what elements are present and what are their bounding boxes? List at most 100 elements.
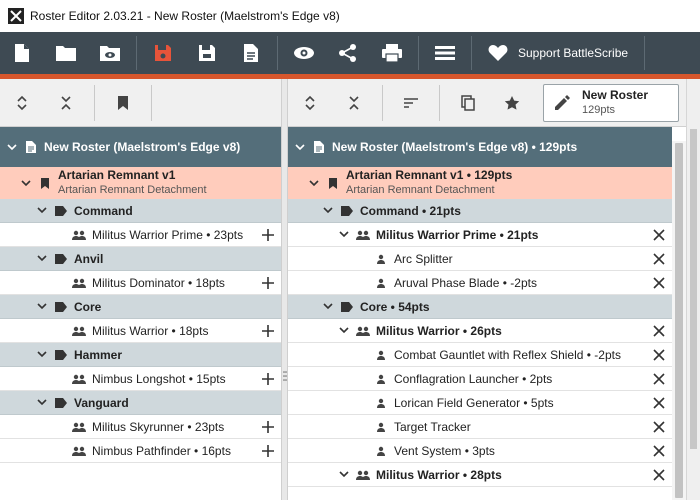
- copy-button[interactable]: [446, 81, 490, 125]
- list-menu-icon: [435, 46, 455, 60]
- upgrade-row[interactable]: Arc Splitter: [288, 247, 672, 271]
- chevron-down-icon[interactable]: [34, 395, 50, 411]
- chevron-down-icon[interactable]: [336, 227, 352, 243]
- print-button[interactable]: [370, 32, 414, 74]
- chevron-down-icon[interactable]: [34, 299, 50, 315]
- chevron-down-icon[interactable]: [336, 467, 352, 483]
- right-pane: New Roster 129pts New Roster (Maelstrom'…: [288, 79, 686, 500]
- category-row[interactable]: Vanguard: [0, 391, 281, 415]
- expand-all-button[interactable]: [288, 81, 332, 125]
- unit-entry-row[interactable]: Militus Warrior Prime • 23pts: [0, 223, 281, 247]
- collapse-all-button[interactable]: [44, 81, 88, 125]
- force-row[interactable]: Artarian Remnant v1 • 129pts Artarian Re…: [288, 167, 672, 199]
- outer-scrollbar[interactable]: [686, 79, 700, 500]
- scrollbar-thumb[interactable]: [690, 129, 697, 449]
- right-tree-scrollbar[interactable]: [672, 141, 686, 500]
- remove-icon[interactable]: [652, 276, 666, 290]
- add-icon[interactable]: [261, 444, 275, 458]
- selected-unit-row[interactable]: Militus Warrior • 26pts: [288, 319, 672, 343]
- save-icon: [155, 45, 171, 61]
- toolbar-separator: [471, 36, 472, 70]
- bookmark-button[interactable]: [101, 81, 145, 125]
- add-icon[interactable]: [261, 372, 275, 386]
- roster-name-button[interactable]: New Roster 129pts: [543, 84, 679, 122]
- person-icon: [374, 252, 388, 266]
- window-title: Roster Editor 2.03.21 - New Roster (Mael…: [30, 9, 340, 23]
- tag-icon: [54, 348, 68, 362]
- upgrade-row[interactable]: Lorican Field Generator • 5pts: [288, 391, 672, 415]
- remove-icon[interactable]: [652, 228, 666, 242]
- add-icon[interactable]: [261, 276, 275, 290]
- unit-entry-row[interactable]: Nimbus Pathfinder • 16pts: [0, 439, 281, 463]
- upgrade-row[interactable]: Vent System • 3pts: [288, 439, 672, 463]
- grip-icon: [283, 371, 287, 381]
- remove-icon[interactable]: [652, 372, 666, 386]
- view-button[interactable]: [282, 32, 326, 74]
- remove-icon[interactable]: [652, 252, 666, 266]
- copy-icon: [461, 94, 475, 111]
- upgrade-row[interactable]: Aruval Phase Blade • -2pts: [288, 271, 672, 295]
- open-preview-button[interactable]: [88, 32, 132, 74]
- remove-icon[interactable]: [652, 444, 666, 458]
- chevron-down-icon[interactable]: [320, 203, 336, 219]
- group-icon: [356, 468, 370, 482]
- add-icon[interactable]: [261, 228, 275, 242]
- tag-icon: [54, 396, 68, 410]
- tag-icon: [340, 300, 354, 314]
- menu-button[interactable]: [423, 32, 467, 74]
- add-icon[interactable]: [261, 324, 275, 338]
- save-button[interactable]: [141, 32, 185, 74]
- sort-button[interactable]: [389, 81, 433, 125]
- chevron-down-icon[interactable]: [306, 175, 322, 191]
- unit-entry-row[interactable]: Militus Dominator • 18pts: [0, 271, 281, 295]
- category-row[interactable]: Core • 54pts: [288, 295, 672, 319]
- unit-entry-row[interactable]: Nimbus Longshot • 15pts: [0, 367, 281, 391]
- save-as-button[interactable]: [185, 32, 229, 74]
- chevron-down-icon[interactable]: [336, 323, 352, 339]
- add-icon[interactable]: [261, 420, 275, 434]
- unit-entry-label: Nimbus Longshot • 15pts: [92, 371, 226, 386]
- scrollbar-thumb[interactable]: [675, 143, 683, 498]
- title-bar: Roster Editor 2.03.21 - New Roster (Mael…: [0, 0, 700, 32]
- roster-header[interactable]: New Roster (Maelstrom's Edge v8) • 129pt…: [288, 127, 672, 167]
- selected-unit-row[interactable]: Militus Warrior • 28pts: [288, 463, 672, 487]
- chevron-down-icon[interactable]: [18, 175, 34, 191]
- upgrade-row[interactable]: Conflagration Launcher • 2pts: [288, 367, 672, 391]
- category-row[interactable]: Anvil: [0, 247, 281, 271]
- collapse-all-button[interactable]: [332, 81, 376, 125]
- category-row[interactable]: Hammer: [0, 343, 281, 367]
- new-file-button[interactable]: [0, 32, 44, 74]
- upgrade-row[interactable]: Combat Gauntlet with Reflex Shield • -2p…: [288, 343, 672, 367]
- remove-icon[interactable]: [652, 420, 666, 434]
- chevron-down-icon[interactable]: [34, 251, 50, 267]
- expand-all-button[interactable]: [0, 81, 44, 125]
- category-row[interactable]: Command: [0, 199, 281, 223]
- remove-icon[interactable]: [652, 324, 666, 338]
- upgrade-label: Conflagration Launcher • 2pts: [394, 371, 553, 386]
- group-icon: [356, 324, 370, 338]
- remove-icon[interactable]: [652, 396, 666, 410]
- chevron-down-icon[interactable]: [320, 299, 336, 315]
- category-row[interactable]: Core: [0, 295, 281, 319]
- remove-icon[interactable]: [652, 468, 666, 482]
- share-button[interactable]: [326, 32, 370, 74]
- chevron-down-icon[interactable]: [34, 203, 50, 219]
- unit-entry-row[interactable]: Militus Skyrunner • 23pts: [0, 415, 281, 439]
- open-button[interactable]: [44, 32, 88, 74]
- force-row[interactable]: Artarian Remnant v1 Artarian Remnant Det…: [0, 167, 281, 199]
- unit-entry-row[interactable]: Militus Warrior • 18pts: [0, 319, 281, 343]
- chevron-down-icon[interactable]: [34, 347, 50, 363]
- category-row[interactable]: Command • 21pts: [288, 199, 672, 223]
- support-button[interactable]: Support BattleScribe: [476, 32, 640, 74]
- toolbar-separator: [418, 36, 419, 70]
- export-button[interactable]: [229, 32, 273, 74]
- remove-icon[interactable]: [652, 348, 666, 362]
- selected-unit-row[interactable]: Militus Warrior Prime • 21pts: [288, 223, 672, 247]
- upgrade-row[interactable]: Target Tracker: [288, 415, 672, 439]
- chevron-down-icon[interactable]: [292, 139, 308, 155]
- chevron-down-icon[interactable]: [4, 139, 20, 155]
- roster-header[interactable]: New Roster (Maelstrom's Edge v8): [0, 127, 281, 167]
- pane-splitter[interactable]: [281, 79, 288, 500]
- unit-entry-label: Militus Skyrunner • 23pts: [92, 419, 225, 434]
- favorite-button[interactable]: [490, 81, 534, 125]
